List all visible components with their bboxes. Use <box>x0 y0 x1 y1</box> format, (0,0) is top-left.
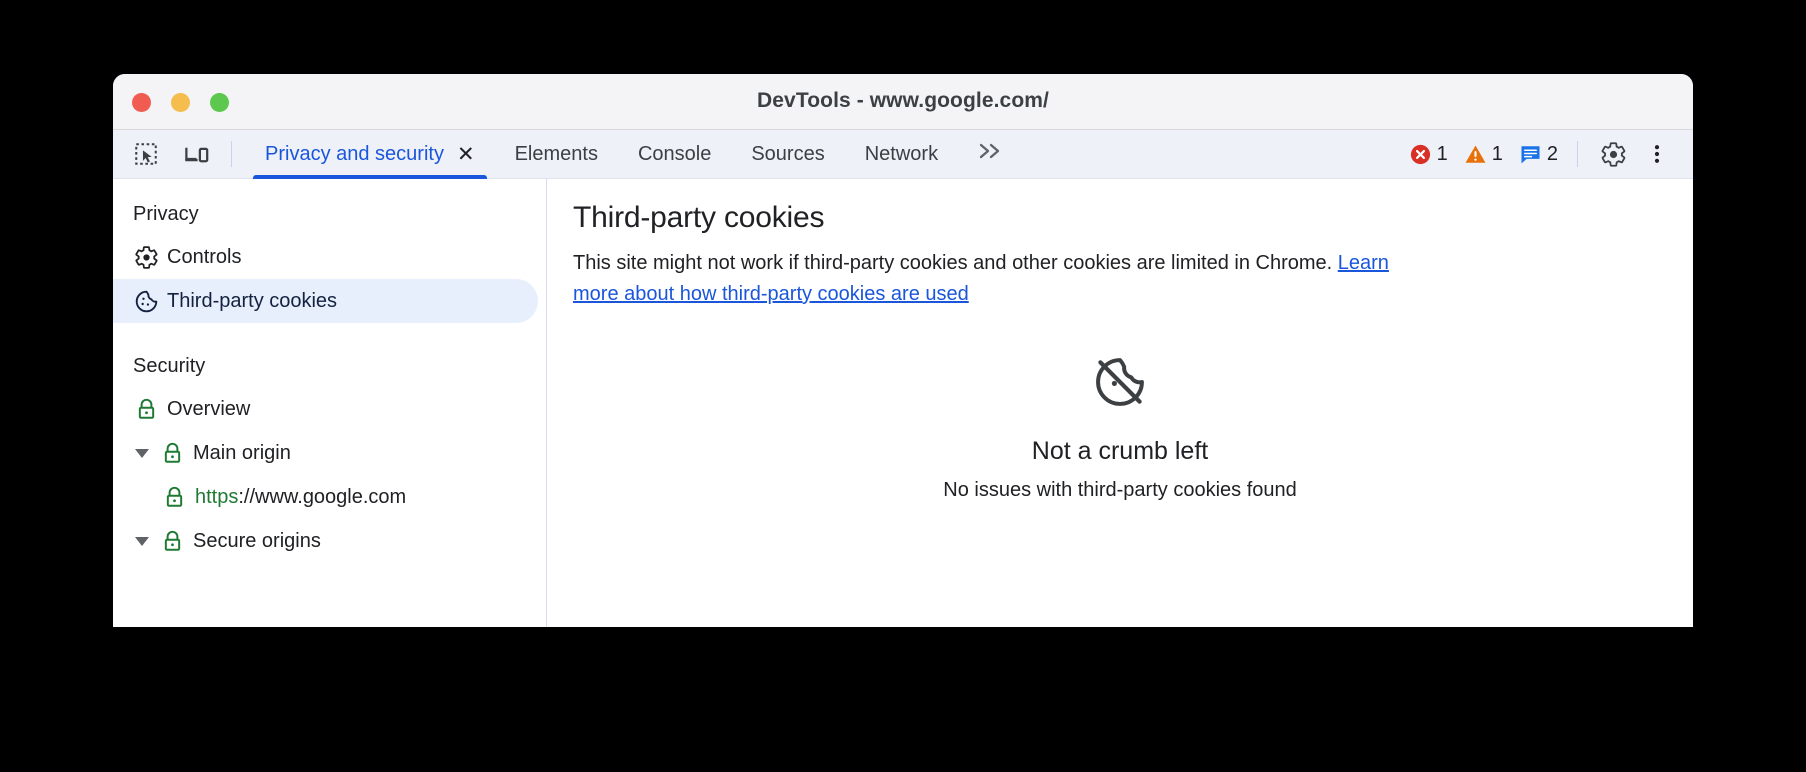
error-icon <box>1410 144 1430 164</box>
tab-network[interactable]: Network <box>845 130 958 179</box>
sidebar-item-label: Main origin <box>193 441 291 464</box>
tab-console[interactable]: Console <box>618 130 731 179</box>
info-counter[interactable]: 2 <box>1513 143 1564 166</box>
sidebar-group-privacy-title: Privacy <box>133 203 199 225</box>
sidebar-item-third-party-cookies[interactable]: Third-party cookies <box>113 279 538 323</box>
sidebar-item-label: Third-party cookies <box>167 289 338 312</box>
sidebar-item-controls[interactable]: Controls <box>113 235 538 279</box>
sidebar-item-label: Overview <box>167 397 251 420</box>
description-text: This site might not work if third-party … <box>573 252 1338 274</box>
error-counter[interactable]: 1 <box>1403 143 1454 166</box>
cookie-off-icon <box>1096 358 1144 406</box>
url-rest: ://www.google.com <box>238 485 407 508</box>
status-divider <box>1577 141 1578 167</box>
message-icon <box>1521 145 1540 163</box>
inspect-element-icon[interactable] <box>124 132 168 176</box>
more-tabs-chevron-icon[interactable] <box>958 140 1024 168</box>
lock-icon <box>159 440 185 466</box>
cookie-icon <box>133 288 159 314</box>
sidebar-item-origin-url[interactable]: https://www.google.com <box>113 475 538 519</box>
kebab-menu-icon[interactable] <box>1635 132 1679 176</box>
tab-elements[interactable]: Elements <box>495 130 618 179</box>
url-scheme: https <box>195 485 239 508</box>
devtools-panel: Privacy Controls Third-party cookies Sec… <box>113 179 1693 627</box>
error-count: 1 <box>1436 142 1448 165</box>
tab-label: Privacy and security <box>265 142 444 165</box>
sidebar-item-main-origin[interactable]: Main origin <box>113 431 538 475</box>
sidebar-group-security-title: Security <box>133 355 206 377</box>
lock-icon <box>133 396 159 422</box>
gear-icon[interactable] <box>1591 132 1635 176</box>
tab-sources[interactable]: Sources <box>731 130 844 179</box>
third-party-cookies-content: Third-party cookies This site might not … <box>547 179 1693 627</box>
tab-label: Elements <box>514 142 598 165</box>
tab-label: Network <box>864 142 939 165</box>
tab-label: Sources <box>751 142 825 165</box>
warning-counter[interactable]: 1 <box>1458 143 1509 166</box>
sidebar-item-label: Secure origins <box>193 529 321 552</box>
lock-icon <box>159 528 185 554</box>
window-titlebar: DevTools - www.google.com/ <box>113 74 1693 130</box>
privacy-security-sidebar: Privacy Controls Third-party cookies Sec… <box>113 179 547 627</box>
warning-icon <box>1465 144 1486 163</box>
page-title: Third-party cookies <box>573 201 825 234</box>
sidebar-item-label: Controls <box>167 245 242 268</box>
device-toolbar-icon[interactable] <box>174 132 218 176</box>
warning-count: 1 <box>1491 142 1503 165</box>
chevron-down-icon[interactable] <box>135 536 149 546</box>
tab-label: Console <box>637 142 712 165</box>
chevron-down-icon[interactable] <box>135 448 149 458</box>
window-title: DevTools - www.google.com/ <box>757 89 1049 112</box>
empty-state: Not a crumb left No issues with third-pa… <box>547 354 1693 502</box>
sidebar-item-secure-origins[interactable]: Secure origins <box>113 519 538 563</box>
sidebar-item-overview[interactable]: Overview <box>113 387 538 431</box>
lock-icon <box>161 484 187 510</box>
gear-icon <box>133 244 159 270</box>
page-description: This site might not work if third-party … <box>573 248 1418 310</box>
close-icon[interactable]: ✕ <box>457 144 475 165</box>
devtools-tabstrip: Privacy and security ✕ Elements Console … <box>113 130 1693 179</box>
empty-state-subtitle: No issues with third-party cookies found <box>943 479 1297 501</box>
tab-privacy-and-security[interactable]: Privacy and security ✕ <box>245 130 495 179</box>
tabstrip-status-area: 1 1 2 <box>1399 132 1693 176</box>
empty-state-title: Not a crumb left <box>1031 437 1209 465</box>
devtools-window: DevTools - www.google.com/ Privacy and s… <box>113 74 1693 627</box>
info-count: 2 <box>1546 142 1558 165</box>
toolbar-divider <box>231 141 232 167</box>
sidebar-item-label: https://www.google.com <box>195 486 406 509</box>
